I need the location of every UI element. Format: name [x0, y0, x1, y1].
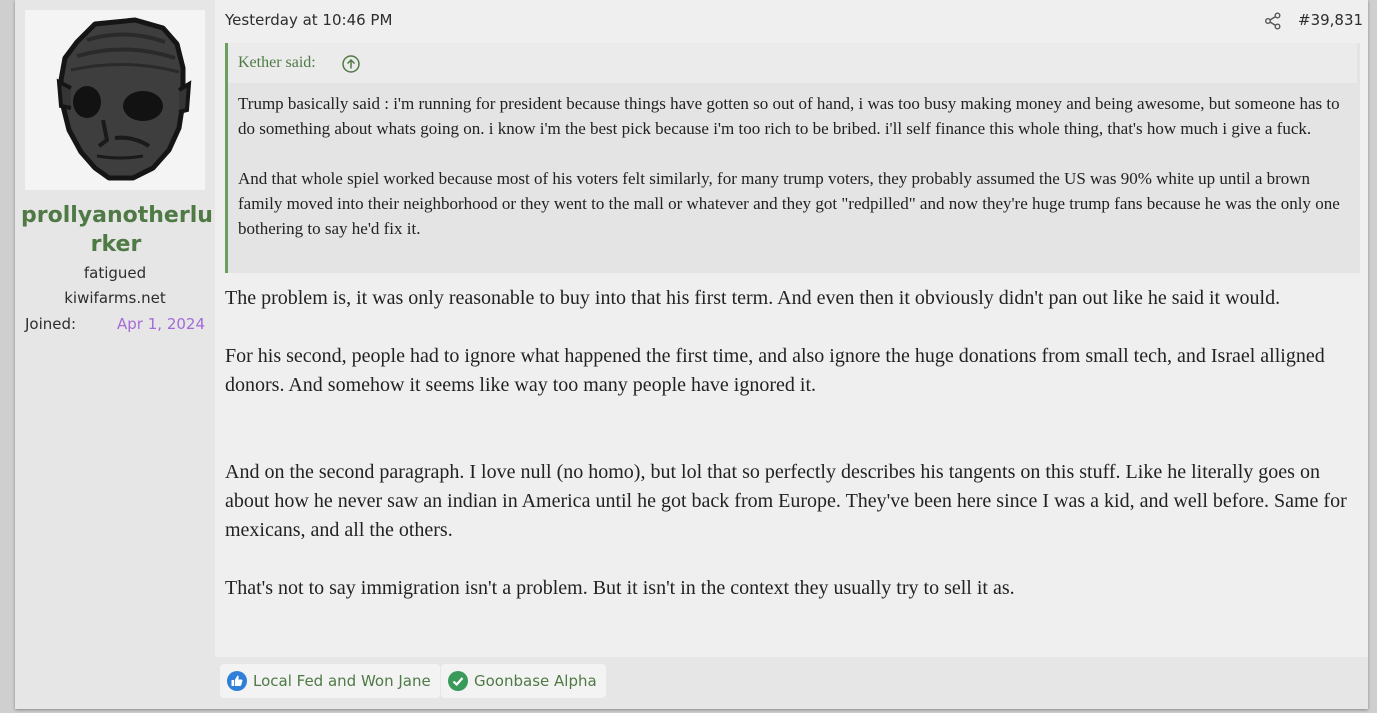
arrow-up-circle-icon[interactable] — [341, 54, 361, 74]
message-paragraph: For his second, people had to ignore wha… — [225, 345, 1325, 396]
post-date[interactable]: Yesterday at 10:46 PM — [225, 11, 392, 29]
user-title: fatigued — [83, 264, 147, 282]
reaction-local-fed[interactable]: Local Fed and Won Jane — [220, 664, 440, 698]
quote-author[interactable]: Kether said: — [238, 54, 316, 72]
thumbs-up-icon — [227, 671, 247, 691]
check-circle-icon — [448, 671, 468, 691]
quote-paragraph: And that whole spiel worked because most… — [238, 169, 1340, 238]
user-sidebar: prollyanotherlu rker fatigued kiwifarms.… — [15, 0, 215, 709]
forum-post: prollyanotherlu rker fatigued kiwifarms.… — [15, 0, 1368, 709]
quote-header: Kether said: — [228, 43, 1357, 83]
quote-paragraph: Trump basically said : i'm running for p… — [238, 94, 1340, 138]
username-line-2: rker — [90, 232, 142, 257]
message-paragraph: And on the second paragraph. I love null… — [225, 461, 1347, 541]
username[interactable]: prollyanotherlu rker — [21, 201, 213, 259]
quote-block: Kether said: Trump basically said : i'm … — [225, 43, 1360, 273]
reactions-bar: Local Fed and Won Jane Goonbase Alpha — [215, 657, 1368, 709]
joined-label: Joined: — [25, 315, 77, 333]
pixel-face-avatar-icon — [56, 17, 192, 181]
user-avatar[interactable] — [25, 10, 205, 190]
reaction-label: Local Fed and Won Jane — [253, 672, 431, 690]
message-body: The problem is, it was only reasonable t… — [225, 284, 1360, 632]
quote-content: Trump basically said : i'm running for p… — [238, 91, 1348, 266]
message-paragraph: That's not to say immigration isn't a pr… — [225, 577, 1015, 599]
share-icon[interactable] — [1264, 12, 1282, 30]
user-banner: kiwifarms.net — [64, 289, 166, 307]
username-line-1: prollyanotherlu — [21, 203, 213, 228]
reaction-label: Goonbase Alpha — [474, 672, 597, 690]
message-paragraph: The problem is, it was only reasonable t… — [225, 287, 1281, 309]
post-number-link[interactable]: #39,831 — [1298, 11, 1363, 29]
joined-date: Apr 1, 2024 — [117, 315, 205, 333]
reaction-goonbase-alpha[interactable]: Goonbase Alpha — [441, 664, 606, 698]
